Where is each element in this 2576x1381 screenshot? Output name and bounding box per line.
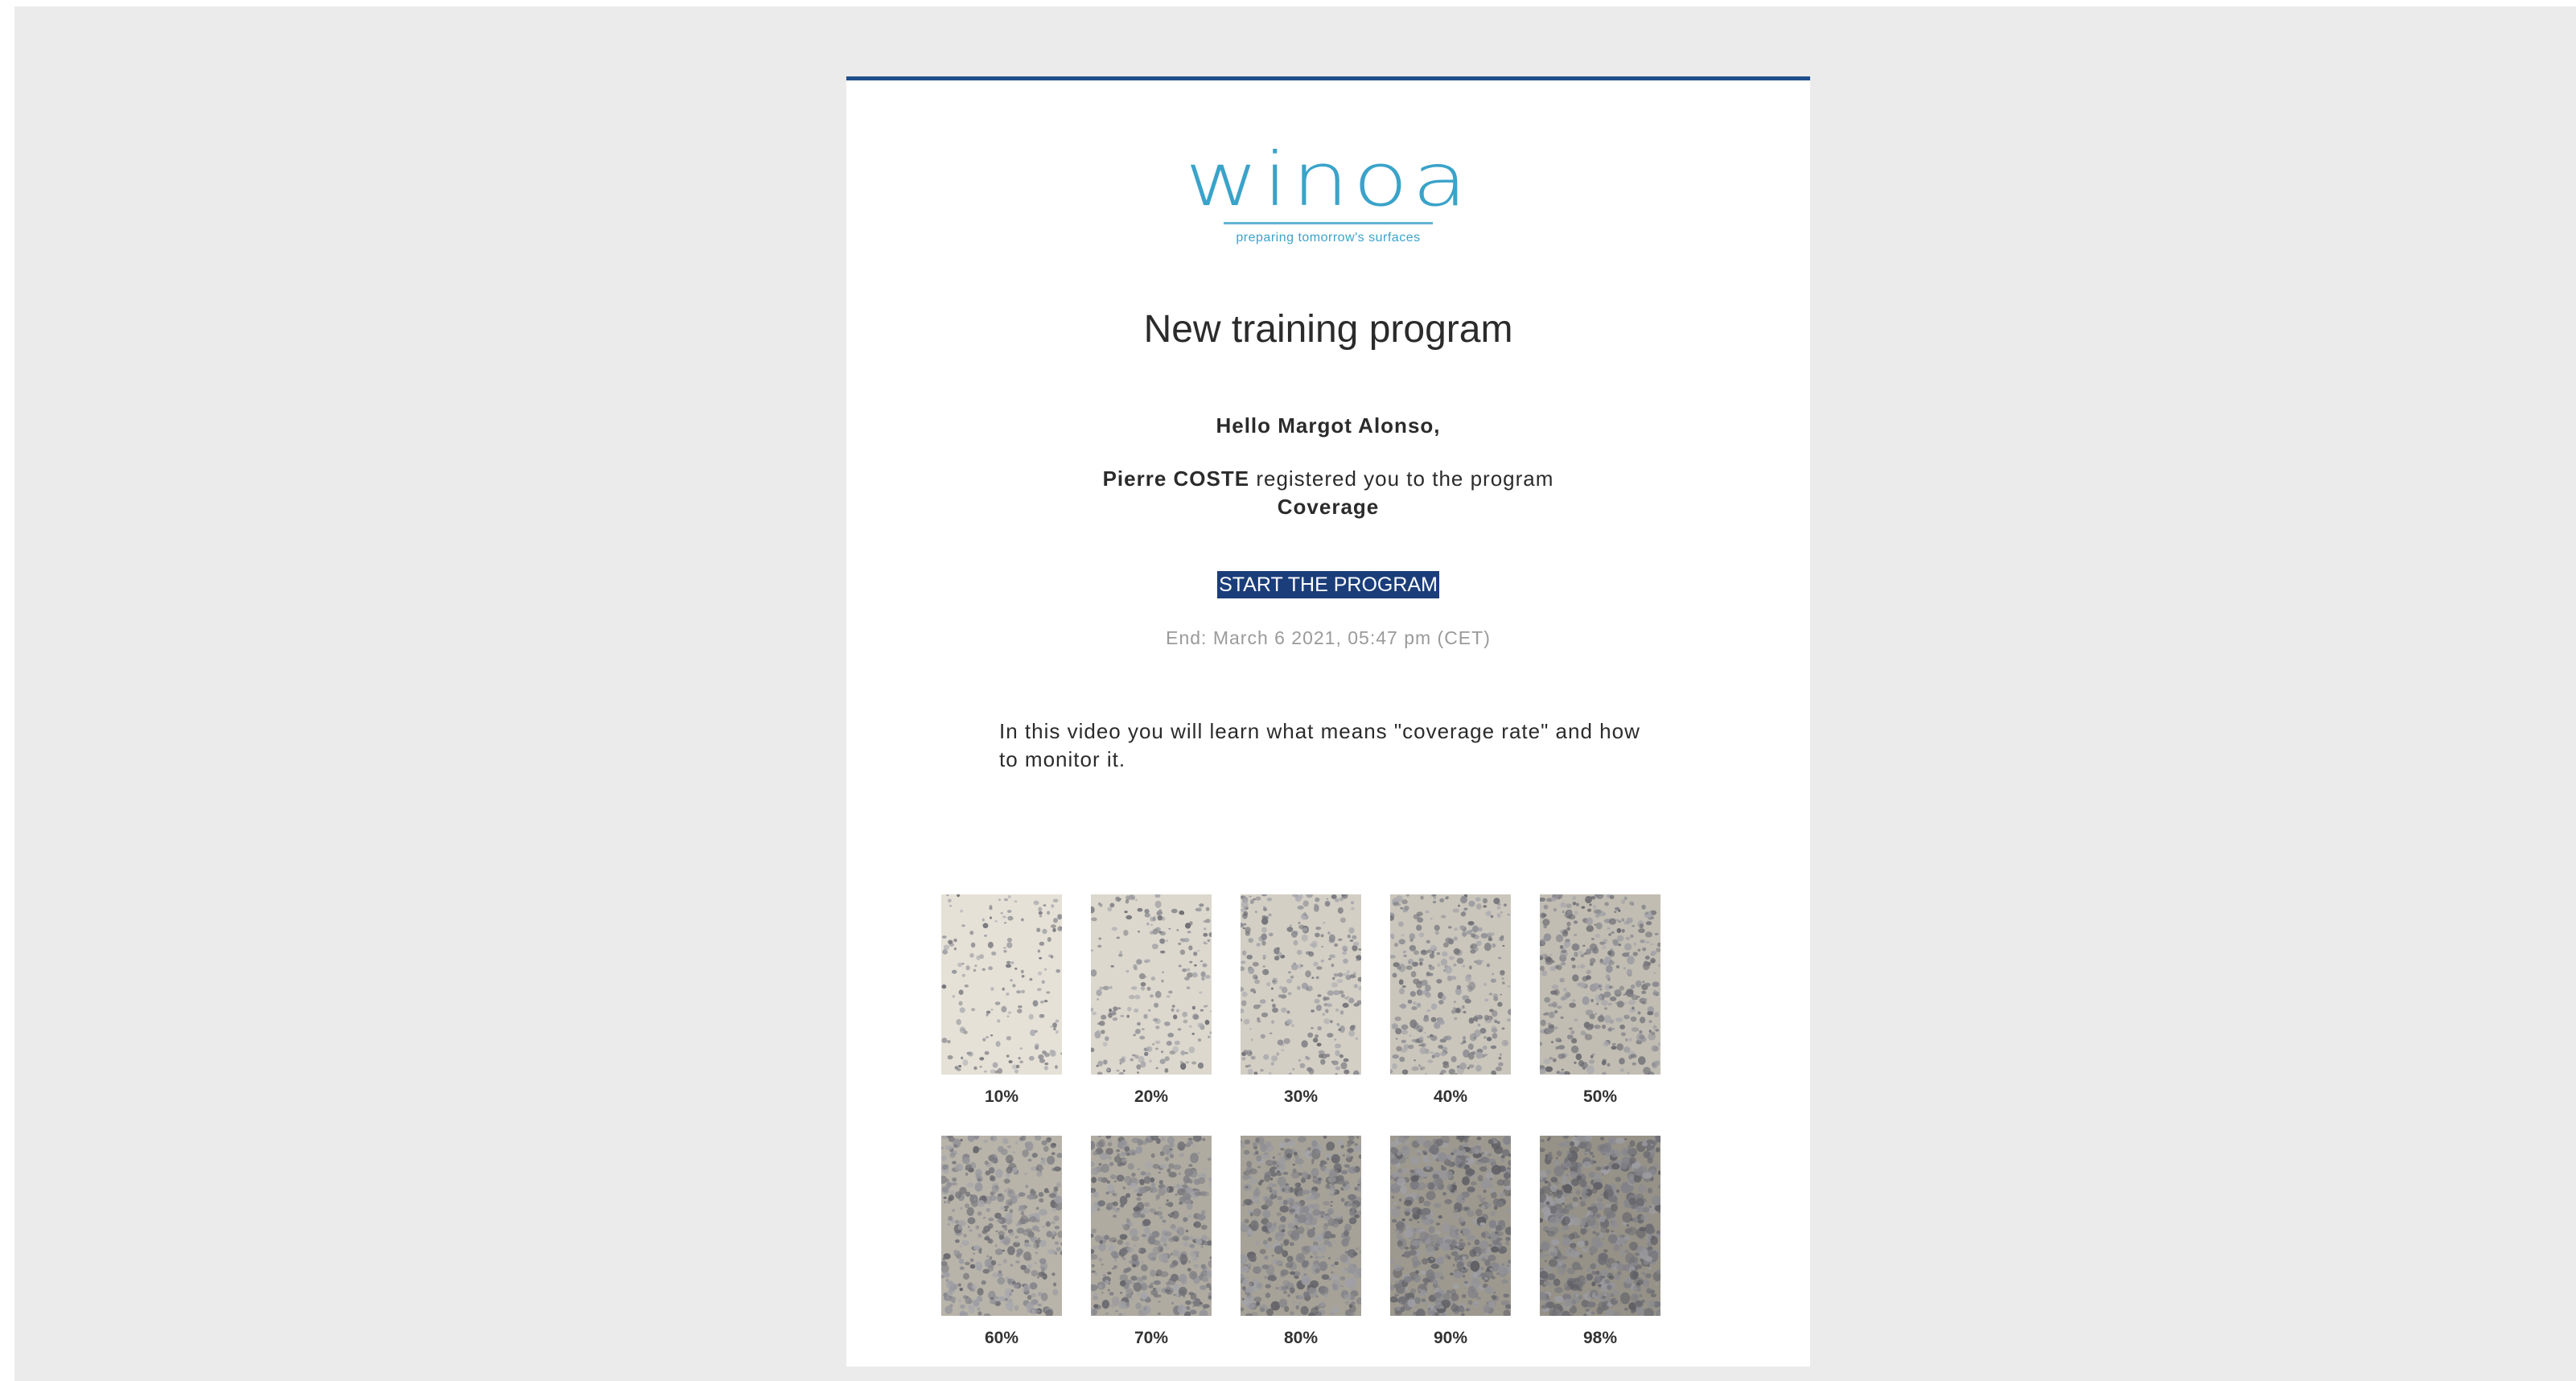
coverage-sample: 60% <box>939 1133 1065 1347</box>
coverage-sample: 40% <box>1387 893 1514 1106</box>
coverage-sample-image <box>939 1133 1065 1319</box>
coverage-sample-image <box>1387 893 1514 1077</box>
coverage-sample-label: 90% <box>1433 1329 1468 1347</box>
start-program-button[interactable]: START THE PROGRAM <box>1217 571 1439 598</box>
coverage-sample: 80% <box>1237 1133 1366 1347</box>
coverage-sample: 10% <box>941 893 1064 1106</box>
coverage-sample-label: 30% <box>1283 1087 1319 1106</box>
greeting-text: Hello Margot Alonso, <box>1216 413 1441 438</box>
coverage-sample-label: 20% <box>1134 1087 1169 1106</box>
coverage-sample-image <box>1537 891 1662 1078</box>
logo-underline <box>1224 222 1433 224</box>
coverage-sample-label: 70% <box>1134 1329 1169 1347</box>
coverage-samples-grid: 10% 20% 30% 40% 50% 60% 70% 80% 90% 98% <box>939 891 1714 1367</box>
cta-container: START THE PROGRAM <box>846 571 1810 598</box>
coverage-sample-image <box>1535 1132 1665 1321</box>
registration-message: Pierre COSTE registered you to the progr… <box>846 465 1810 521</box>
coverage-sample-label: 10% <box>984 1087 1019 1106</box>
coverage-sample: 30% <box>1237 891 1364 1106</box>
email-card: winoa preparing tomorrow's surfaces New … <box>846 76 1810 1367</box>
program-name: Coverage <box>1277 495 1380 519</box>
logo-tagline: preparing tomorrow's surfaces <box>1236 231 1421 245</box>
coverage-sample: 98% <box>1535 1132 1665 1347</box>
coverage-sample-label: 80% <box>1283 1329 1319 1347</box>
coverage-sample: 70% <box>1087 1132 1215 1347</box>
coverage-sample: 20% <box>1088 894 1213 1106</box>
coverage-sample-image <box>941 893 1064 1075</box>
registrar-name: Pierre COSTE <box>1102 466 1250 491</box>
coverage-sample-image <box>1237 891 1364 1077</box>
coverage-sample-image <box>1088 894 1213 1077</box>
email-title: New training program <box>1143 308 1513 351</box>
brand-logo: winoa preparing tomorrow's surfaces <box>846 143 1810 245</box>
video-description: In this video you will learn what means … <box>999 719 1640 771</box>
coverage-sample-label: 98% <box>1582 1329 1618 1347</box>
coverage-sample-label: 50% <box>1582 1087 1618 1106</box>
coverage-sample-label: 40% <box>1433 1087 1468 1106</box>
coverage-sample-image <box>1237 1133 1366 1319</box>
coverage-sample: 50% <box>1537 891 1662 1106</box>
logo-wordmark: winoa <box>1185 137 1471 223</box>
coverage-sample-label: 60% <box>984 1329 1019 1347</box>
registered-text: registered you to the program <box>1256 466 1554 491</box>
coverage-sample: 90% <box>1387 1133 1515 1347</box>
end-date-text: End: March 6 2021, 05:47 pm (CET) <box>1166 627 1491 648</box>
coverage-sample-image <box>1387 1133 1515 1319</box>
coverage-sample-image <box>1087 1132 1215 1319</box>
